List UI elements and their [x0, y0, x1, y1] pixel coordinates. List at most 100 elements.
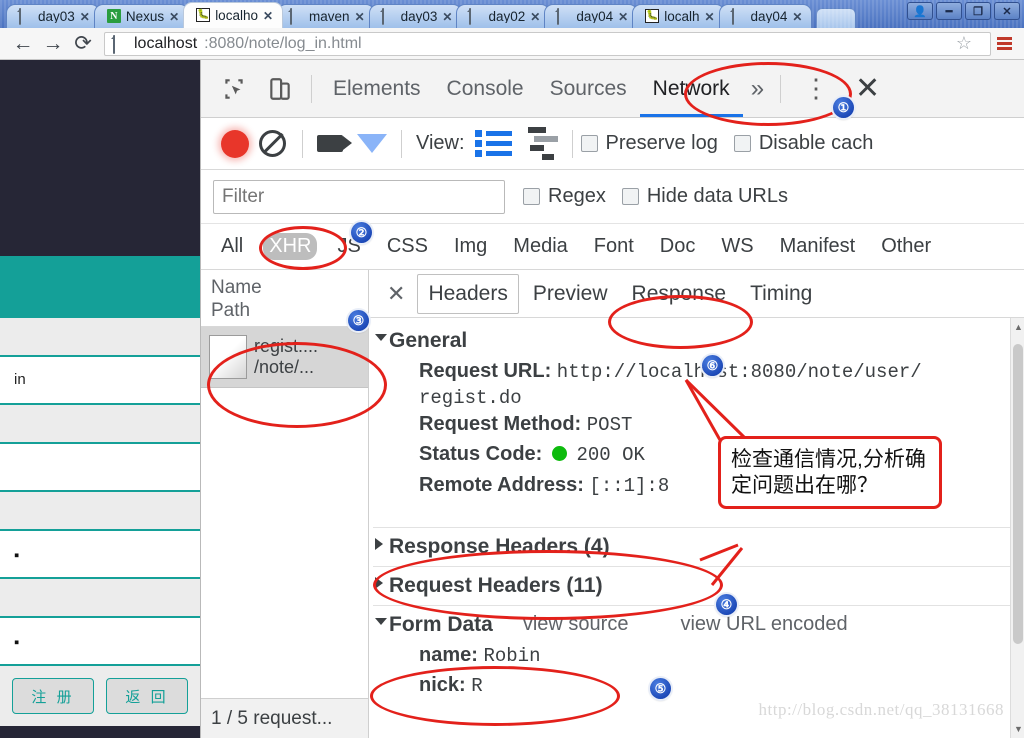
back-button[interactable]: 返 回: [106, 678, 188, 714]
devtools-menu-icon[interactable]: ⋮: [789, 75, 843, 101]
more-tabs-icon[interactable]: »: [743, 75, 772, 103]
browser-tab-7[interactable]: 🐛 localh ✕: [632, 4, 725, 28]
tab-close-icon[interactable]: ✕: [355, 10, 365, 24]
tab-label: Nexus: [125, 9, 165, 24]
record-icon[interactable]: [221, 129, 249, 158]
detail-tab-preview[interactable]: Preview: [523, 278, 618, 310]
request-method-row: Request Method: POST: [373, 409, 1024, 440]
column-header-name[interactable]: Name: [211, 276, 358, 299]
annotation-badge-2: ②: [351, 222, 372, 243]
form-data-title[interactable]: Form Data: [373, 610, 513, 640]
page-teal-band: [0, 256, 200, 318]
detail-tab-response[interactable]: Response: [622, 278, 737, 310]
form-field-name[interactable]: in: [0, 357, 200, 405]
tab-elements[interactable]: Elements: [320, 61, 434, 117]
hide-data-urls-checkbox[interactable]: [621, 188, 639, 205]
view-label: View:: [416, 132, 465, 154]
bookmark-star-icon[interactable]: ☆: [956, 33, 972, 54]
form-field-nick[interactable]: [0, 444, 200, 492]
filter-input[interactable]: [213, 179, 505, 214]
remote-address-key: Remote Address:: [419, 474, 584, 497]
browser-tab-1[interactable]: N Nexus ✕: [93, 4, 190, 28]
type-filter-xhr[interactable]: XHR: [263, 233, 318, 260]
chevron-down-icon: [375, 334, 387, 341]
type-filter-ws[interactable]: WS: [715, 233, 759, 260]
scroll-up-icon[interactable]: ▲: [1014, 322, 1023, 332]
devtools-panel: Elements Console Sources Network » ⋮ ✕ V…: [200, 60, 1024, 738]
tab-close-icon[interactable]: ✕: [792, 10, 802, 24]
form-field-confirm[interactable]: ▪: [0, 618, 200, 666]
preserve-log-checkbox[interactable]: [580, 135, 598, 152]
detail-scrollbar[interactable]: ▲ ▼: [1010, 318, 1024, 738]
minimize-icon[interactable]: ━: [936, 2, 962, 20]
tab-label: day02: [488, 9, 526, 24]
reload-icon[interactable]: ⟳: [68, 33, 98, 54]
view-source-link[interactable]: view source: [523, 613, 629, 636]
regex-checkbox[interactable]: [523, 188, 540, 205]
browser-tab-8[interactable]: day04 ✕: [718, 4, 813, 28]
network-toolbar: View: Preserve log Disable cach: [201, 118, 1024, 170]
back-icon[interactable]: ←: [8, 33, 38, 54]
register-button[interactable]: 注 册: [12, 678, 94, 714]
tab-console[interactable]: Console: [434, 61, 537, 117]
type-filter-all[interactable]: All: [215, 233, 249, 260]
tab-close-icon[interactable]: ✕: [80, 10, 90, 24]
detail-close-icon[interactable]: ✕: [375, 281, 417, 307]
tab-close-icon[interactable]: ✕: [530, 10, 540, 24]
capture-screenshots-icon[interactable]: [317, 135, 352, 152]
type-filter-css[interactable]: CSS: [381, 233, 434, 260]
device-toolbar-icon[interactable]: [257, 66, 303, 112]
detail-tab-timing[interactable]: Timing: [740, 278, 822, 310]
request-list-item[interactable]: regist.... /note/...: [201, 327, 368, 389]
tab-label: maven: [309, 9, 350, 24]
tab-close-icon[interactable]: ✕: [618, 10, 628, 24]
browser-tab-6[interactable]: day04 ✕: [544, 4, 639, 28]
tab-close-icon[interactable]: ✕: [169, 10, 179, 24]
detail-tab-headers[interactable]: Headers: [417, 273, 519, 314]
scroll-down-icon[interactable]: ▼: [1014, 724, 1023, 734]
browser-tab-2-active[interactable]: 🐛 localho ✕: [183, 2, 284, 28]
request-headers-section[interactable]: Request Headers (11): [373, 571, 1024, 601]
disable-cache-checkbox[interactable]: [733, 135, 751, 152]
list-view-icon[interactable]: [474, 130, 512, 157]
scrollbar-thumb[interactable]: [1013, 344, 1023, 644]
form-field-password[interactable]: ▪: [0, 531, 200, 579]
view-url-encoded-link[interactable]: view URL encoded: [680, 613, 847, 636]
forward-icon[interactable]: →: [38, 33, 68, 54]
browser-tab-4[interactable]: day03 ✕: [368, 4, 463, 28]
document-icon: [290, 8, 304, 25]
type-filter-media[interactable]: Media: [507, 233, 573, 260]
tab-close-icon[interactable]: ✕: [704, 10, 714, 24]
browser-tab-strip: day03 ✕ N Nexus ✕ 🐛 localho ✕ maven ✕ da…: [0, 0, 1024, 28]
annotation-badge-3: ③: [348, 310, 369, 331]
close-icon[interactable]: ✕: [994, 2, 1020, 20]
inspect-element-icon[interactable]: [211, 66, 257, 112]
response-headers-section[interactable]: Response Headers (4): [373, 532, 1024, 562]
type-filter-doc[interactable]: Doc: [654, 233, 702, 260]
browser-tab-5[interactable]: day02 ✕: [456, 4, 551, 28]
type-filter-other[interactable]: Other: [875, 233, 937, 260]
user-account-icon[interactable]: 👤: [907, 2, 933, 20]
url-input[interactable]: localhost:8080/note/log_in.html ☆: [104, 31, 991, 56]
chrome-menu-icon[interactable]: [997, 37, 1012, 50]
restore-icon[interactable]: ❐: [965, 2, 991, 20]
clear-icon[interactable]: [259, 130, 286, 157]
browser-tab-0[interactable]: day03 ✕: [6, 4, 100, 28]
waterfall-view-icon[interactable]: [527, 127, 558, 160]
type-filter-font[interactable]: Font: [588, 233, 640, 260]
column-header-path[interactable]: Path: [211, 299, 358, 322]
tab-label: day03: [400, 9, 438, 24]
tab-close-icon[interactable]: ✕: [442, 10, 452, 24]
tab-close-icon[interactable]: ✕: [263, 9, 273, 23]
filter-icon[interactable]: [357, 134, 387, 153]
chevron-right-icon: [375, 537, 383, 550]
general-section-title[interactable]: General: [373, 326, 1024, 356]
tab-network[interactable]: Network: [640, 61, 743, 117]
tab-label: day04: [750, 9, 788, 24]
form-data-row-name: name: Robin: [373, 640, 1024, 671]
browser-tab-3[interactable]: maven ✕: [277, 4, 375, 28]
new-tab-button[interactable]: [816, 8, 857, 28]
type-filter-img[interactable]: Img: [448, 233, 493, 260]
tab-sources[interactable]: Sources: [537, 61, 640, 117]
type-filter-manifest[interactable]: Manifest: [774, 233, 862, 260]
